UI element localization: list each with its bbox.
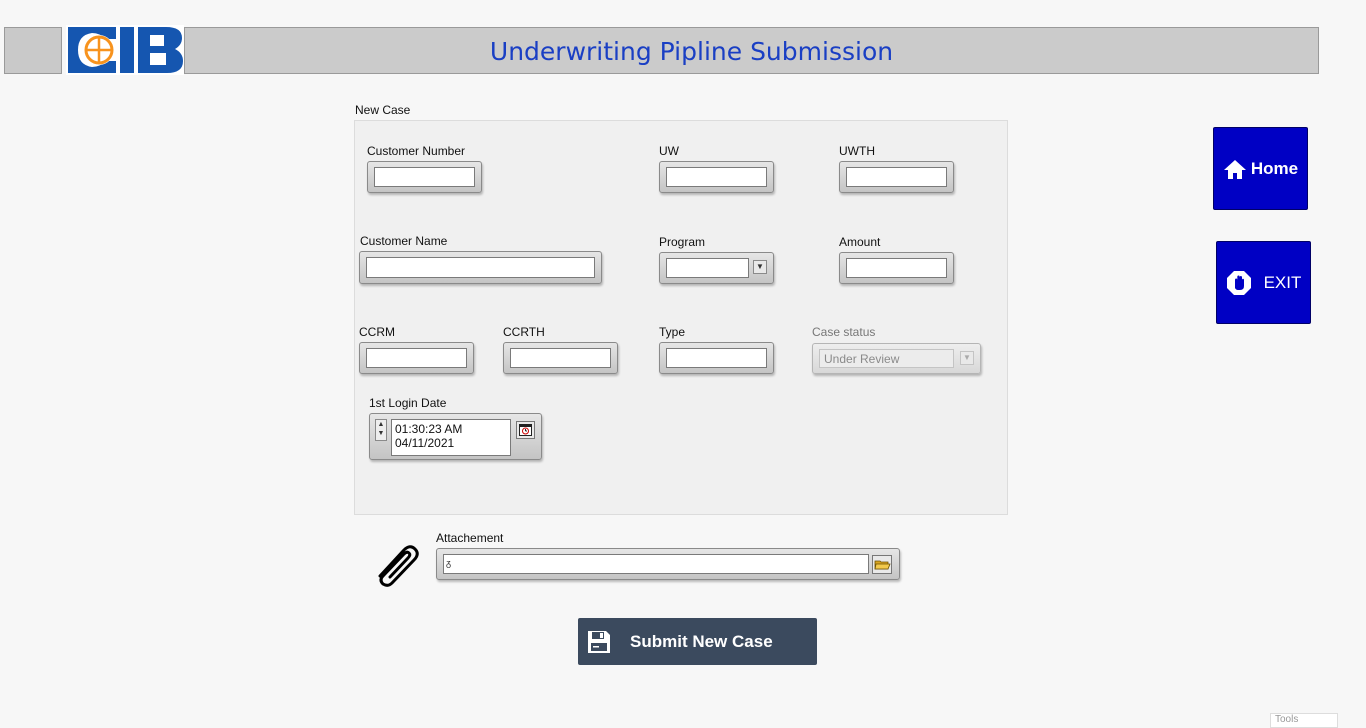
ccrth-input[interactable] bbox=[510, 348, 611, 368]
case-status-select: Under Review bbox=[819, 349, 954, 368]
ccrth-field-frame bbox=[503, 342, 618, 374]
program-dropdown-frame: ▼ bbox=[659, 252, 774, 284]
type-field-frame bbox=[659, 342, 774, 374]
section-label: New Case bbox=[355, 103, 411, 117]
home-icon bbox=[1223, 159, 1246, 179]
login-date-input[interactable]: 01:30:23 AM 04/11/2021 bbox=[391, 419, 511, 456]
customer-number-input[interactable] bbox=[374, 167, 475, 187]
stop-hand-icon bbox=[1226, 270, 1251, 295]
login-date-frame: ▲ ▼ 01:30:23 AM 04/11/2021 bbox=[369, 413, 542, 460]
case-status-dropdown-frame: Under Review ▼ bbox=[812, 343, 981, 374]
submit-button-label: Submit New Case bbox=[630, 631, 773, 651]
login-date-label: 1st Login Date bbox=[369, 396, 447, 410]
save-disk-icon bbox=[588, 630, 610, 653]
uw-field-frame bbox=[659, 161, 774, 193]
program-label: Program bbox=[659, 235, 706, 249]
ccrm-field-frame bbox=[359, 342, 474, 374]
case-status-dropdown-arrow-icon: ▼ bbox=[960, 351, 974, 365]
cib-logo bbox=[66, 25, 184, 75]
amount-input[interactable] bbox=[846, 258, 947, 278]
uwth-input[interactable] bbox=[846, 167, 947, 187]
case-status-label: Case status bbox=[812, 325, 876, 339]
ccrth-label: CCRTH bbox=[503, 325, 545, 339]
ccrm-input[interactable] bbox=[366, 348, 467, 368]
calendar-clock-icon[interactable] bbox=[516, 421, 535, 439]
attachment-label: Attachement bbox=[436, 531, 504, 545]
program-dropdown-arrow-icon[interactable]: ▼ bbox=[753, 260, 767, 274]
uw-label: UW bbox=[659, 144, 679, 158]
login-date-time: 01:30:23 AM bbox=[395, 422, 463, 436]
page-title: Underwriting Pipline Submission bbox=[489, 37, 894, 66]
exit-button[interactable]: EXIT bbox=[1216, 241, 1311, 324]
browse-folder-icon[interactable] bbox=[872, 555, 892, 574]
login-date-spinner-icon[interactable]: ▲ ▼ bbox=[375, 419, 387, 441]
customer-name-field-frame bbox=[359, 251, 602, 284]
uwth-field-frame bbox=[839, 161, 954, 193]
customer-number-field-frame bbox=[367, 161, 482, 193]
amount-label: Amount bbox=[839, 235, 881, 249]
paperclip-icon bbox=[372, 538, 422, 588]
login-date-date: 04/11/2021 bbox=[395, 436, 455, 450]
attachment-path-input[interactable] bbox=[443, 554, 869, 574]
customer-name-input[interactable] bbox=[366, 257, 595, 278]
path-icon: ᵹ bbox=[446, 558, 452, 568]
exit-button-label: EXIT bbox=[1263, 272, 1302, 292]
tools-palette[interactable]: Tools bbox=[1270, 713, 1338, 728]
program-select[interactable] bbox=[666, 258, 749, 278]
customer-name-label: Customer Name bbox=[360, 234, 448, 248]
uwth-label: UWTH bbox=[839, 144, 875, 158]
amount-field-frame bbox=[839, 252, 954, 284]
customer-number-label: Customer Number bbox=[367, 144, 466, 158]
home-button-label: Home bbox=[1250, 158, 1299, 178]
header-left-block bbox=[4, 27, 62, 74]
type-input[interactable] bbox=[666, 348, 767, 368]
uw-input[interactable] bbox=[666, 167, 767, 187]
type-label: Type bbox=[659, 325, 686, 339]
attachment-path-frame: ᵹ bbox=[436, 548, 900, 580]
home-button[interactable]: Home bbox=[1213, 127, 1308, 210]
submit-new-case-button[interactable]: Submit New Case bbox=[578, 618, 817, 665]
ccrm-label: CCRM bbox=[359, 325, 395, 339]
tools-label: Tools bbox=[1275, 714, 1299, 725]
